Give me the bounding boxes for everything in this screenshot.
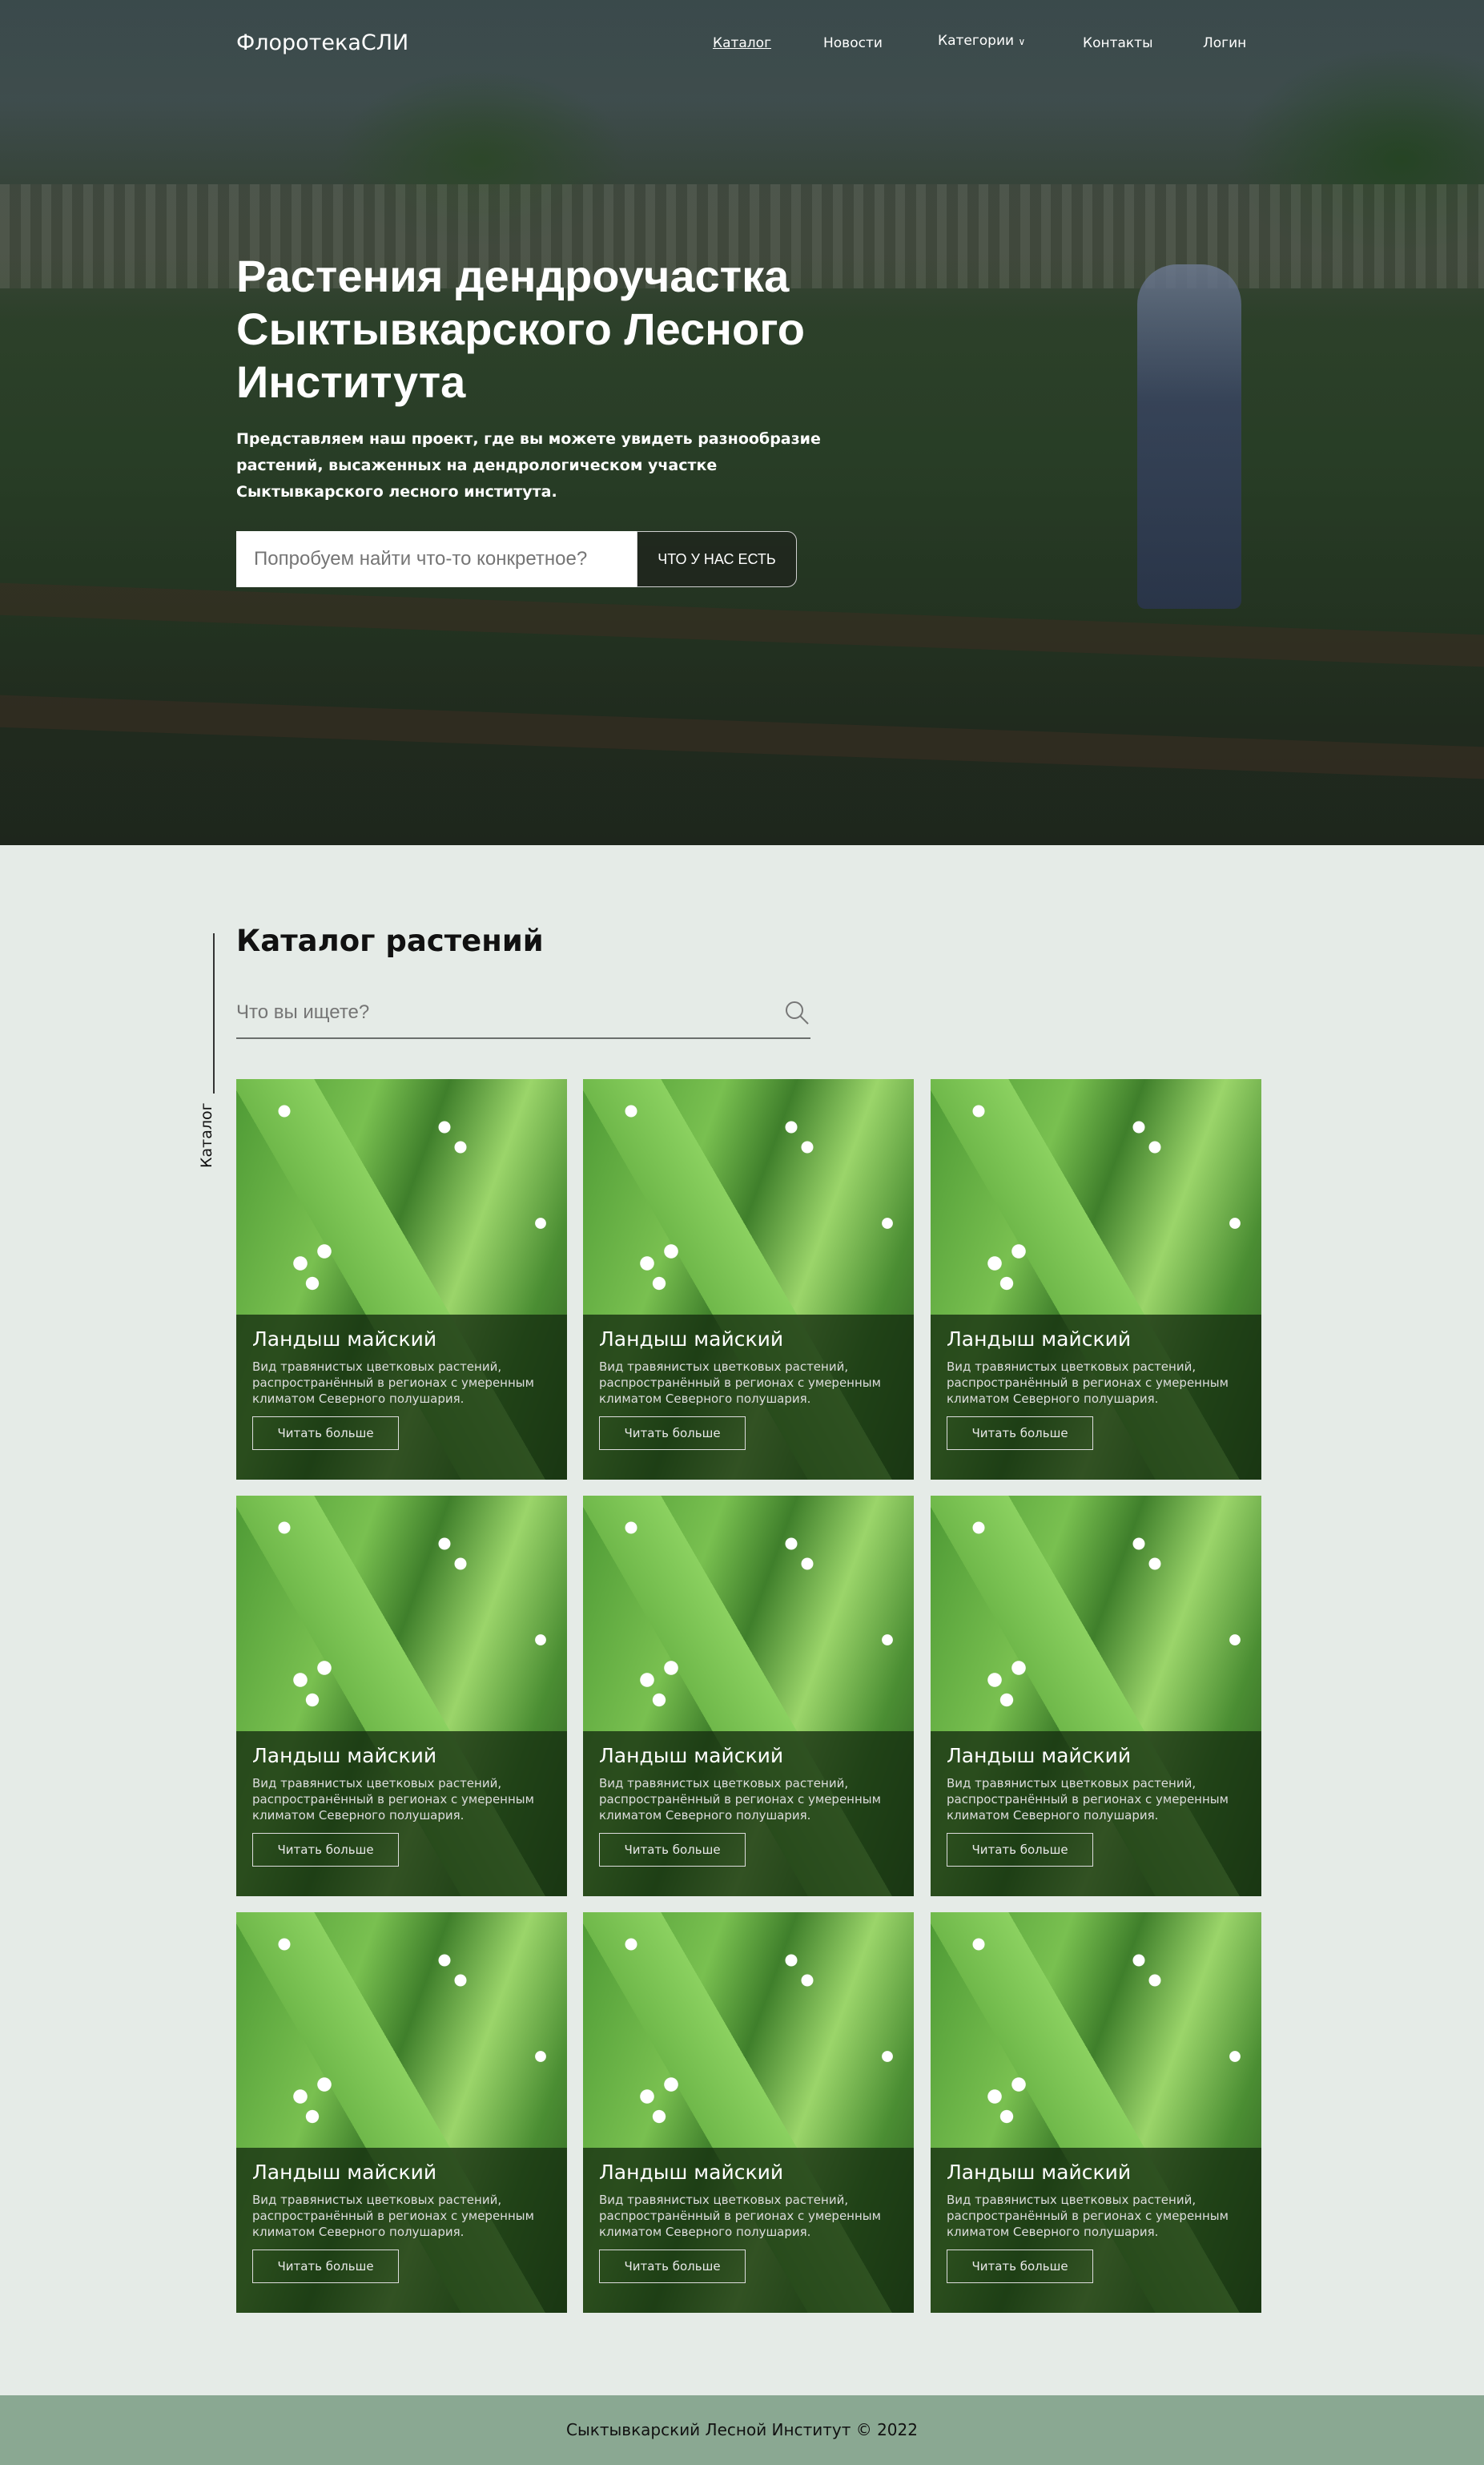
- read-more-button[interactable]: Читать больше: [599, 2250, 746, 2283]
- side-divider: [213, 933, 215, 1094]
- card-overlay: Ландыш майский Вид травянистых цветковых…: [931, 1315, 1261, 1480]
- read-more-button[interactable]: Читать больше: [252, 1833, 399, 1867]
- hero-title: Растения дендроучастка Сыктывкарского Ле…: [236, 251, 806, 407]
- card-description: Вид травянистых цветковых растений, расп…: [599, 1359, 881, 1406]
- footer: Сыктывкарский Лесной Институт © 2022: [0, 2395, 1484, 2465]
- read-more-button[interactable]: Читать больше: [947, 1833, 1093, 1867]
- card-description: Вид травянистых цветковых растений, расп…: [599, 1776, 881, 1823]
- card-overlay: Ландыш майский Вид травянистых цветковых…: [583, 1731, 914, 1896]
- hero-search-form: ЧТО У НАС ЕСТЬ: [236, 531, 797, 587]
- site-logo[interactable]: ФлоротекаСЛИ: [236, 30, 408, 55]
- card-title: Ландыш майский: [947, 1327, 1132, 1351]
- card-overlay: Ландыш майский Вид травянистых цветковых…: [236, 1731, 567, 1896]
- card-overlay: Ландыш майский Вид травянистых цветковых…: [236, 2148, 567, 2313]
- nav-item-login[interactable]: Логин: [1203, 35, 1246, 51]
- catalog-search-input[interactable]: [236, 989, 749, 1036]
- card-description: Вид травянистых цветковых растений, расп…: [252, 1359, 534, 1406]
- card-title: Ландыш майский: [599, 1327, 784, 1351]
- card-overlay: Ландыш майский Вид травянистых цветковых…: [583, 2148, 914, 2313]
- read-more-button[interactable]: Читать больше: [947, 2250, 1093, 2283]
- plant-card[interactable]: Ландыш майский Вид травянистых цветковых…: [931, 1496, 1261, 1896]
- plant-card[interactable]: Ландыш майский Вид травянистых цветковых…: [931, 1912, 1261, 2313]
- card-overlay: Ландыш майский Вид травянистых цветковых…: [236, 1315, 567, 1480]
- card-overlay: Ландыш майский Вид травянистых цветковых…: [931, 2148, 1261, 2313]
- plant-card[interactable]: Ландыш майский Вид травянистых цветковых…: [236, 1496, 567, 1896]
- plant-card[interactable]: Ландыш майский Вид травянистых цветковых…: [236, 1079, 567, 1480]
- chevron-down-icon: ∨: [1018, 36, 1026, 47]
- nav-item-contacts[interactable]: Контакты: [1083, 35, 1153, 51]
- read-more-button[interactable]: Читать больше: [252, 2250, 399, 2283]
- hero-search-button[interactable]: ЧТО У НАС ЕСТЬ: [637, 531, 797, 587]
- catalog-search: [236, 989, 810, 1039]
- nav-item-news[interactable]: Новости: [823, 35, 883, 51]
- card-overlay: Ландыш майский Вид травянистых цветковых…: [583, 1315, 914, 1480]
- card-overlay: Ландыш майский Вид травянистых цветковых…: [931, 1731, 1261, 1896]
- card-description: Вид травянистых цветковых растений, расп…: [947, 2193, 1229, 2239]
- card-description: Вид травянистых цветковых растений, расп…: [252, 2193, 534, 2239]
- plant-card[interactable]: Ландыш майский Вид травянистых цветковых…: [583, 1079, 914, 1480]
- nav-item-catalog[interactable]: Каталог: [713, 35, 771, 51]
- footer-copyright: Сыктывкарский Лесной Институт © 2022: [566, 2420, 918, 2439]
- hero-search-input[interactable]: [236, 531, 637, 587]
- hero-description: Представляем наш проект, где вы можете у…: [236, 430, 821, 501]
- top-nav: ФлоротекаСЛИ Каталог Новости Категории ∨…: [0, 0, 1484, 90]
- nav-item-categories-label: Категории: [938, 33, 1015, 49]
- hero-section: ФлоротекаСЛИ Каталог Новости Категории ∨…: [0, 0, 1484, 845]
- read-more-button[interactable]: Читать больше: [947, 1416, 1093, 1450]
- card-title: Ландыш майский: [252, 2161, 437, 2184]
- card-title: Ландыш майский: [947, 1744, 1132, 1767]
- search-icon[interactable]: [783, 999, 810, 1026]
- nav-item-categories[interactable]: Категории ∨: [938, 33, 1025, 49]
- read-more-button[interactable]: Читать больше: [599, 1833, 746, 1867]
- card-title: Ландыш майский: [599, 2161, 784, 2184]
- hero-background-person: [1137, 264, 1241, 609]
- plant-card[interactable]: Ландыш майский Вид травянистых цветковых…: [931, 1079, 1261, 1480]
- hero-background-bed: [0, 693, 1484, 781]
- read-more-button[interactable]: Читать больше: [599, 1416, 746, 1450]
- side-label: Каталог: [198, 1102, 215, 1168]
- card-description: Вид травянистых цветковых растений, расп…: [947, 1359, 1229, 1406]
- plant-card[interactable]: Ландыш майский Вид травянистых цветковых…: [583, 1496, 914, 1896]
- read-more-button[interactable]: Читать больше: [252, 1416, 399, 1450]
- card-description: Вид травянистых цветковых растений, расп…: [947, 1776, 1229, 1823]
- card-description: Вид травянистых цветковых растений, расп…: [252, 1776, 534, 1823]
- catalog-title: Каталог растений: [236, 924, 544, 958]
- card-title: Ландыш майский: [252, 1327, 437, 1351]
- card-title: Ландыш майский: [252, 1744, 437, 1767]
- card-description: Вид травянистых цветковых растений, расп…: [599, 2193, 881, 2239]
- plant-card[interactable]: Ландыш майский Вид травянистых цветковых…: [583, 1912, 914, 2313]
- card-title: Ландыш майский: [947, 2161, 1132, 2184]
- hero-background-bed: [0, 581, 1484, 669]
- plant-card[interactable]: Ландыш майский Вид травянистых цветковых…: [236, 1912, 567, 2313]
- card-title: Ландыш майский: [599, 1744, 784, 1767]
